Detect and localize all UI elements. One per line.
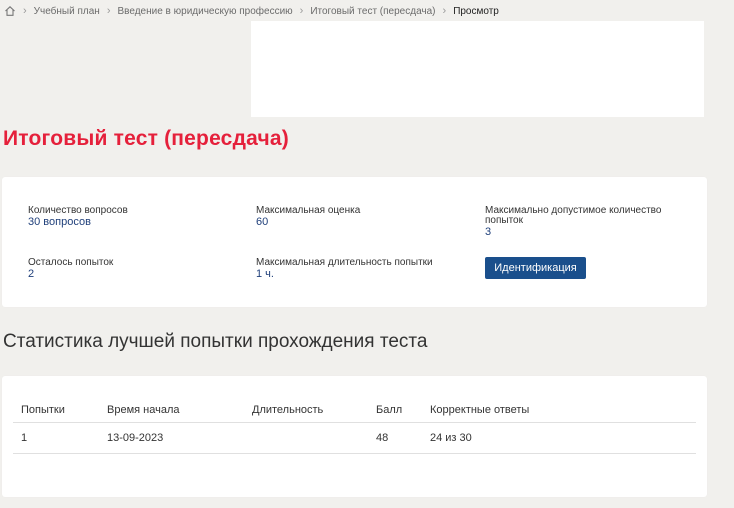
questions-count: Количество вопросов 30 вопросов [28,205,228,229]
breadcrumb: › Учебный план › Введение в юридическую … [4,4,499,18]
questions-count-label: Количество вопросов [28,205,128,216]
cell-duration [252,422,376,454]
stats-table: Попытки Время начала Длительность Балл К… [13,397,696,454]
page-title: Итоговый тест (пересдача) [3,127,289,150]
max-score-value: 60 [256,216,269,228]
chevron-right-icon: › [106,5,111,17]
column-header-attempts: Попытки [13,397,107,423]
max-score-label: Максимальная оценка [256,205,361,216]
cell-score: 48 [376,422,430,454]
table-row: 1 13-09-2023 48 24 из 30 [13,422,696,454]
attempts-left-label: Осталось попыток [28,257,114,268]
cell-attempt: 1 [13,422,107,454]
home-icon[interactable] [4,5,16,17]
identification-button[interactable]: Идентификация [485,257,586,279]
attempts-left: Осталось попыток 2 [28,257,228,281]
breadcrumb-item-curriculum[interactable]: Учебный план [34,6,100,17]
max-attempts: Максимально допустимое количество попыто… [485,205,685,239]
breadcrumb-item-view: Просмотр [453,5,499,17]
stats-heading: Статистика лучшей попытки прохождения те… [3,331,428,352]
chevron-right-icon: › [23,5,27,17]
cell-correct-answers: 24 из 30 [430,422,696,454]
questions-count-value: 30 вопросов [28,216,91,228]
chevron-right-icon: › [442,5,447,17]
max-score: Максимальная оценка 60 [256,205,456,229]
cell-start-time: 13-09-2023 [107,422,252,454]
max-duration: Максимальная длительность попытки 1 ч. [256,257,456,281]
chevron-right-icon: › [299,5,304,17]
attempts-left-value: 2 [28,268,35,280]
stats-card: Попытки Время начала Длительность Балл К… [2,376,707,497]
max-duration-value: 1 ч. [256,268,274,280]
breadcrumb-item-test[interactable]: Итоговый тест (пересдача) [310,6,435,17]
column-header-score: Балл [376,397,430,423]
column-header-start-time: Время начала [107,397,252,423]
column-header-correct-answers: Корректные ответы [430,397,696,423]
max-attempts-value: 3 [485,226,492,238]
table-header-row: Попытки Время начала Длительность Балл К… [13,397,696,423]
breadcrumb-item-course[interactable]: Введение в юридическую профессию [118,6,293,17]
test-info-card: Количество вопросов 30 вопросов Максимал… [2,177,707,307]
banner-placeholder [251,21,704,117]
column-header-duration: Длительность [252,397,376,423]
max-duration-label: Максимальная длительность попытки [256,257,433,268]
max-attempts-label: Максимально допустимое количество попыто… [485,205,662,226]
